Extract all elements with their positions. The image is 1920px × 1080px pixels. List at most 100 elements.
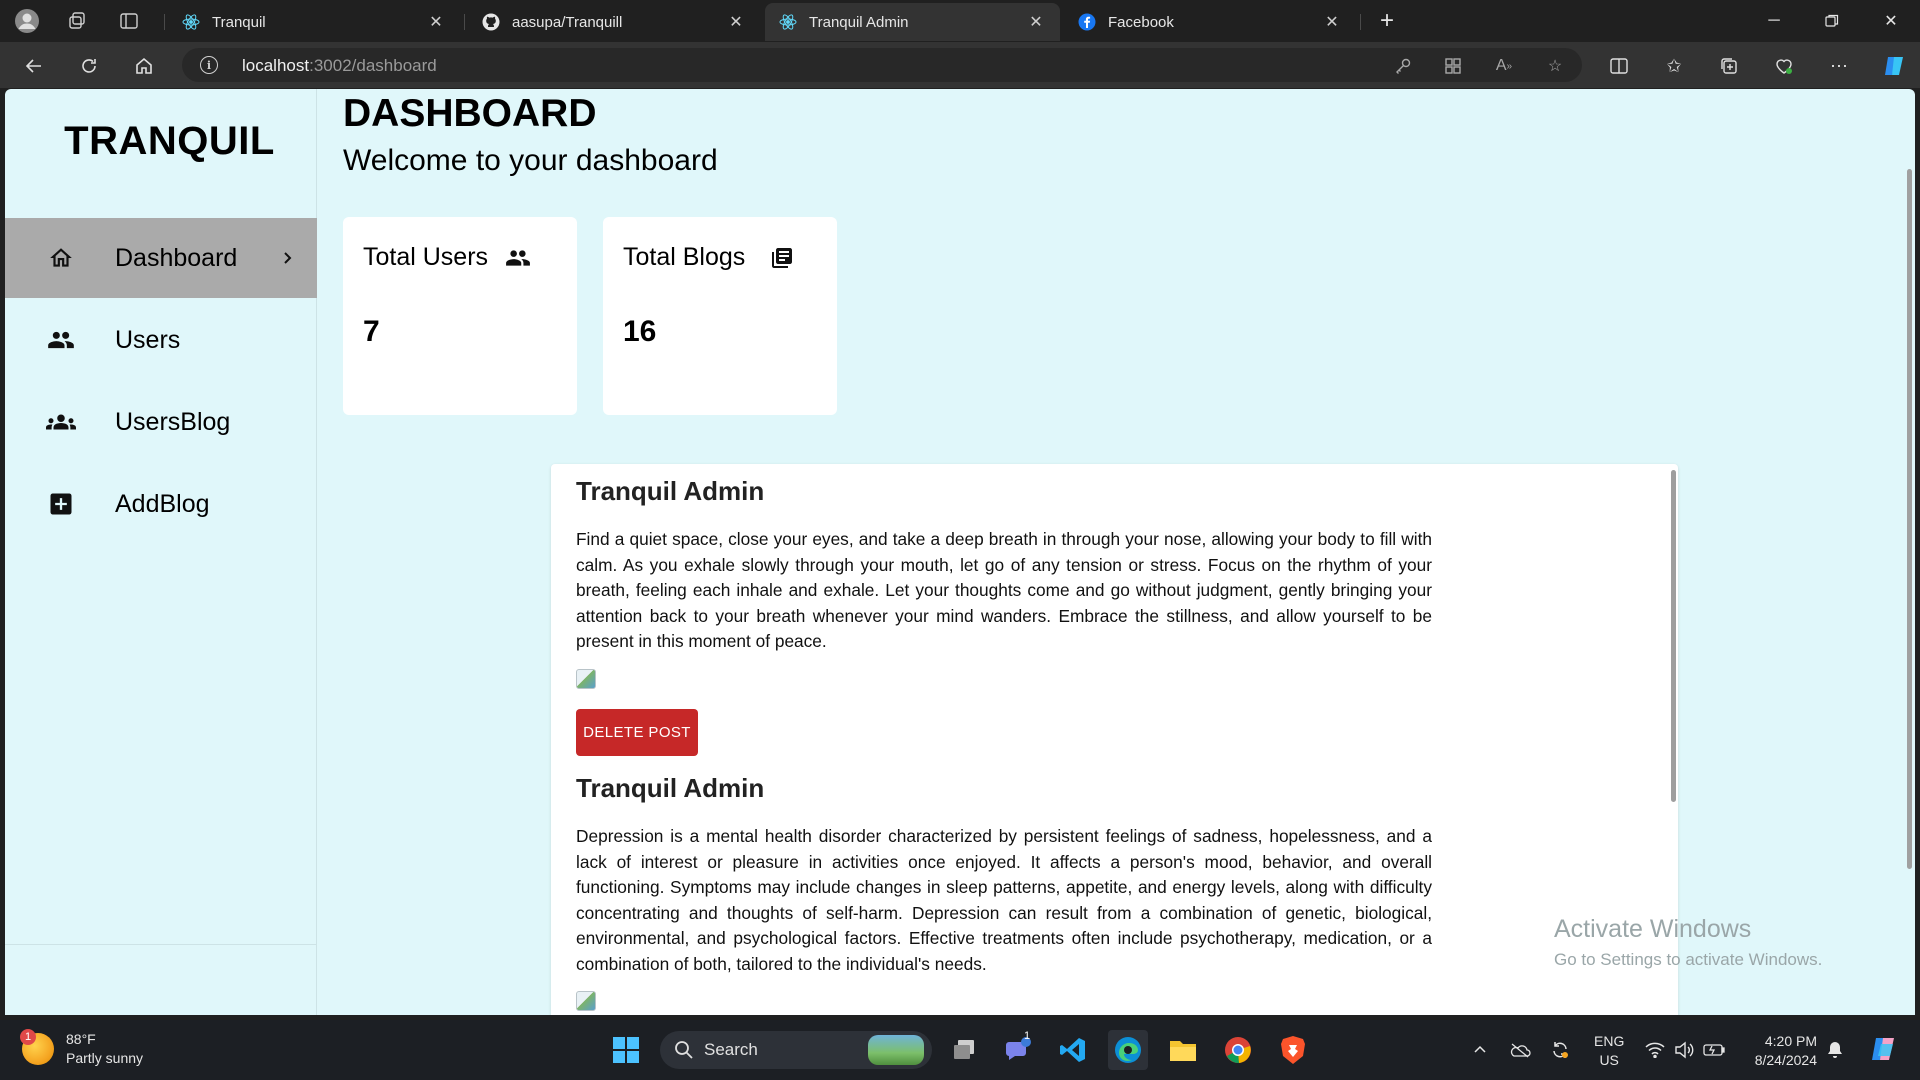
taskbar-search[interactable]: Search: [660, 1031, 932, 1069]
onedrive-offline-icon[interactable]: [1508, 1038, 1532, 1062]
sidebar: TRANQUIL Dashboard Users UsersBlog AddBl…: [5, 89, 317, 1015]
page-viewport: TRANQUIL Dashboard Users UsersBlog AddBl…: [5, 89, 1915, 1015]
stat-label: Total Users: [363, 243, 489, 271]
stat-value: 7: [363, 315, 380, 348]
chevron-up-icon[interactable]: [1468, 1038, 1492, 1062]
people-icon: [45, 324, 77, 356]
copilot-taskbar-icon[interactable]: [1866, 1032, 1900, 1066]
minimize-icon[interactable]: ─: [1745, 0, 1803, 42]
clock-date: 8/24/2024: [1754, 1052, 1817, 1068]
groups-icon: [45, 406, 77, 438]
sidebar-item-addblog[interactable]: AddBlog: [5, 464, 317, 544]
page-scrollbar[interactable]: [1907, 169, 1912, 869]
copilot-icon[interactable]: [1878, 50, 1910, 82]
teams-badge: 1: [1024, 1030, 1031, 1042]
watermark-title: Activate Windows: [1554, 915, 1752, 943]
search-highlight-image: [868, 1035, 924, 1065]
refresh-icon[interactable]: [73, 50, 105, 82]
tab-title: Tranquil: [212, 13, 266, 31]
sidebar-item-label: Users: [115, 325, 181, 354]
post-body: Depression is a mental health disorder c…: [576, 826, 1432, 974]
site-info-icon[interactable]: i: [200, 56, 218, 74]
tab-tranquil-admin[interactable]: Tranquil Admin ✕: [765, 3, 1060, 41]
page-title: DASHBOARD: [343, 92, 597, 135]
home-icon: [45, 242, 77, 274]
restore-icon[interactable]: [1803, 0, 1861, 42]
vscode-icon[interactable]: [1053, 1030, 1093, 1070]
url-text: localhost:3002/dashboard: [242, 56, 437, 76]
blog-post: Tranquil Admin Depression is a mental he…: [576, 773, 1432, 1011]
chevron-right-icon: [277, 248, 297, 268]
weather-temp: 88°F: [66, 1031, 96, 1047]
page-subtitle: Welcome to your dashboard: [343, 144, 718, 177]
tab-tranquil[interactable]: Tranquil ✕: [168, 3, 460, 41]
collections-icon[interactable]: [1713, 50, 1745, 82]
chrome-icon[interactable]: [1218, 1030, 1258, 1070]
weather-widget[interactable]: 1 88°F Partly sunny: [20, 1029, 144, 1068]
weather-badge: 1: [20, 1029, 36, 1045]
tab-github[interactable]: aasupa/Tranquill ✕: [468, 3, 760, 41]
close-window-icon[interactable]: ✕: [1862, 0, 1920, 42]
close-tab-icon[interactable]: ✕: [1026, 12, 1046, 32]
browser-tab-bar: Tranquil ✕ aasupa/Tranquill ✕ Tranquil A…: [0, 0, 1920, 42]
tab-title: Tranquil Admin: [809, 13, 909, 31]
favorites-icon[interactable]: ✩: [1658, 50, 1690, 82]
taskbar: 1 88°F Partly sunny Search 1 ENG US 4:20…: [0, 1020, 1920, 1080]
stat-label: Total Blogs: [623, 243, 746, 271]
more-options-icon[interactable]: ⋯: [1823, 50, 1855, 82]
battery-icon[interactable]: [1702, 1038, 1726, 1062]
apps-icon[interactable]: [1442, 55, 1464, 77]
brave-icon[interactable]: [1273, 1030, 1313, 1070]
close-tab-icon[interactable]: ✕: [1322, 12, 1342, 32]
search-icon: [674, 1040, 694, 1060]
brand-logo[interactable]: TRANQUIL: [5, 119, 334, 164]
volume-icon[interactable]: [1672, 1038, 1696, 1062]
lang-line2: US: [1599, 1052, 1619, 1068]
notification-bell-icon[interactable]: [1823, 1038, 1847, 1062]
key-icon[interactable]: [1392, 55, 1414, 77]
teams-chat-icon[interactable]: 1: [998, 1030, 1038, 1070]
read-aloud-icon[interactable]: A»: [1493, 55, 1515, 77]
blog-panel-scrollbar[interactable]: [1671, 470, 1676, 802]
workspaces-icon[interactable]: [62, 6, 92, 36]
weather-desc: Partly sunny: [66, 1050, 144, 1066]
edge-icon[interactable]: [1108, 1030, 1148, 1070]
blog-list-panel[interactable]: Tranquil Admin Find a quiet space, close…: [551, 464, 1678, 1015]
tab-facebook[interactable]: Facebook ✕: [1064, 3, 1356, 41]
home-button-icon[interactable]: [128, 50, 160, 82]
browser-essentials-icon[interactable]: [1768, 50, 1800, 82]
sidebar-divider: [5, 944, 317, 945]
react-icon: [779, 13, 797, 31]
activate-windows-watermark: Activate Windows Go to Settings to activ…: [1554, 915, 1822, 970]
file-explorer-icon[interactable]: [1163, 1030, 1203, 1070]
start-button-icon[interactable]: [606, 1030, 646, 1070]
system-clock[interactable]: 4:20 PM 8/24/2024: [1745, 1032, 1817, 1070]
back-icon[interactable]: [18, 50, 50, 82]
task-view-icon[interactable]: [944, 1030, 984, 1070]
tab-title: aasupa/Tranquill: [512, 13, 623, 31]
library-books-icon: [769, 245, 795, 271]
sidebar-item-users[interactable]: Users: [5, 300, 317, 380]
favorite-star-icon[interactable]: ☆: [1544, 55, 1566, 77]
delete-post-button[interactable]: DELETE POST: [576, 708, 698, 756]
tab-actions-icon[interactable]: [114, 6, 144, 36]
lang-line1: ENG: [1594, 1033, 1625, 1049]
new-tab-icon[interactable]: +: [1372, 6, 1402, 36]
url-field[interactable]: i localhost:3002/dashboard A» ☆: [182, 48, 1582, 82]
stat-card-total-users: Total Users 7: [343, 217, 577, 415]
add-box-icon: [45, 488, 77, 520]
stat-card-total-blogs: Total Blogs 16: [603, 217, 837, 415]
wifi-icon[interactable]: [1643, 1038, 1667, 1062]
split-screen-icon[interactable]: [1603, 50, 1635, 82]
search-label: Search: [704, 1040, 758, 1059]
sidebar-item-label: UsersBlog: [115, 407, 231, 436]
close-tab-icon[interactable]: ✕: [726, 12, 746, 32]
close-tab-icon[interactable]: ✕: [426, 12, 446, 32]
language-indicator[interactable]: ENG US: [1594, 1032, 1624, 1070]
sidebar-item-label: Dashboard: [115, 243, 238, 272]
sidebar-item-usersblog[interactable]: UsersBlog: [5, 382, 317, 462]
sidebar-item-dashboard[interactable]: Dashboard: [5, 218, 317, 298]
profile-avatar-icon[interactable]: [12, 6, 42, 36]
sync-icon[interactable]: [1548, 1038, 1572, 1062]
post-author: Tranquil Admin: [576, 773, 765, 803]
